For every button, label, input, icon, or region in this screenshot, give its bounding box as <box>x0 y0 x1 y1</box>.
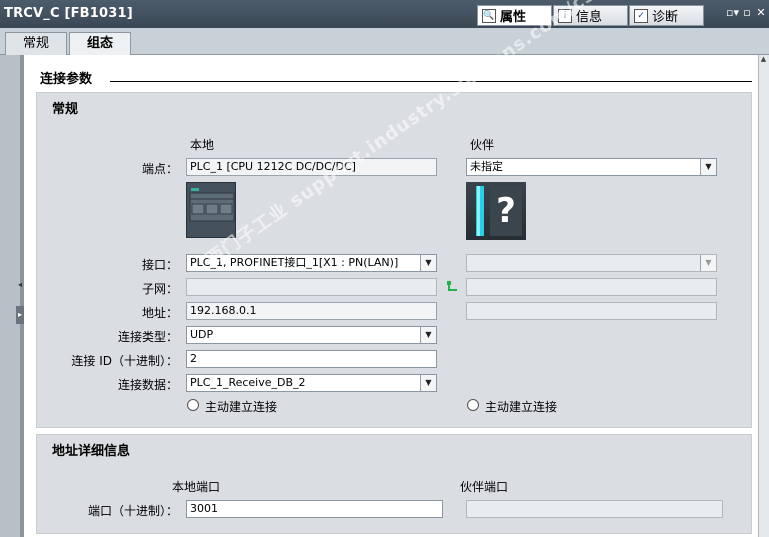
address-partner-field <box>466 302 717 320</box>
general-title: 常规 <box>52 102 79 117</box>
conn-type-select[interactable]: UDP ▼ <box>186 326 437 344</box>
conn-data-label: 连接数据： <box>117 378 178 392</box>
diagnostics-icon: ✓ <box>634 8 648 23</box>
subnet-local-field <box>186 278 437 296</box>
unknown-device-glyph: ? <box>496 191 516 231</box>
subnet-partner-field <box>466 278 717 296</box>
scrollbar[interactable] <box>758 55 769 537</box>
interface-partner-select[interactable]: ▼ <box>466 254 717 272</box>
tab-properties-label: 属性 <box>500 10 527 25</box>
section-divider <box>110 81 752 82</box>
collapse-right-icon[interactable]: ▸ <box>16 306 24 324</box>
chevron-down-icon[interactable]: ▼ <box>420 255 436 271</box>
tab-diagnostics[interactable]: ✓ 诊断 <box>629 5 704 26</box>
conn-data-select[interactable]: PLC_1_Receive_DB_2 ▼ <box>186 374 437 392</box>
partner-port-header: 伙伴端口 <box>460 480 509 494</box>
chevron-down-icon[interactable]: ▼ <box>700 255 716 271</box>
endpoint-partner-select[interactable]: 未指定 ▼ <box>466 158 717 176</box>
scroll-up-icon[interactable]: ▲ <box>758 55 769 66</box>
conn-type-value: UDP <box>190 328 214 341</box>
partner-header: 伙伴 <box>470 138 495 152</box>
subnet-label: 子网： <box>141 282 178 296</box>
conn-type-label: 连接类型： <box>117 330 178 344</box>
minimize-icon[interactable]: ▫ <box>741 7 753 18</box>
active-local-radio[interactable] <box>187 399 199 411</box>
active-local-label: 主动建立连接 <box>205 400 278 414</box>
window-title: TRCV_C [FB1031] <box>4 6 133 21</box>
conn-id-label: 连接 ID（十进制）： <box>71 354 178 368</box>
address-details-group <box>36 434 752 534</box>
address-local-field: 192.168.0.1 <box>186 302 437 320</box>
restore-icon[interactable]: ▫▾ <box>726 7 739 18</box>
local-port-input[interactable]: 3001 <box>186 500 443 518</box>
section-title: 连接参数 <box>40 72 93 87</box>
endpoint-label: 端点： <box>141 162 178 176</box>
active-partner-label: 主动建立连接 <box>485 400 558 414</box>
chevron-down-icon[interactable]: ▼ <box>700 159 716 175</box>
endpoint-partner-value: 未指定 <box>470 160 503 173</box>
address-details-title: 地址详细信息 <box>52 444 131 459</box>
chevron-down-icon[interactable]: ▼ <box>420 327 436 343</box>
local-port-header: 本地端口 <box>172 480 221 494</box>
properties-icon: 🔍 <box>482 8 496 23</box>
local-header: 本地 <box>190 138 215 152</box>
expand-left-icon[interactable]: ◂ <box>16 278 24 292</box>
active-partner-radio[interactable] <box>467 399 479 411</box>
address-label: 地址： <box>141 306 178 320</box>
subnet-link-icon <box>447 281 459 293</box>
close-icon[interactable]: ✕ <box>755 7 767 18</box>
conn-data-value: PLC_1_Receive_DB_2 <box>190 376 306 389</box>
tab-general[interactable]: 常规 <box>5 32 67 55</box>
chevron-down-icon[interactable]: ▼ <box>420 375 436 391</box>
unknown-device-image: ? <box>466 182 526 240</box>
conn-id-input[interactable]: 2 <box>186 350 437 368</box>
tab-configuration[interactable]: 组态 <box>69 32 131 56</box>
partner-port-field <box>466 500 723 518</box>
port-label: 端口（十进制）： <box>87 504 178 518</box>
tab-diagnostics-label: 诊断 <box>652 10 679 25</box>
interface-label: 接口： <box>141 258 178 272</box>
